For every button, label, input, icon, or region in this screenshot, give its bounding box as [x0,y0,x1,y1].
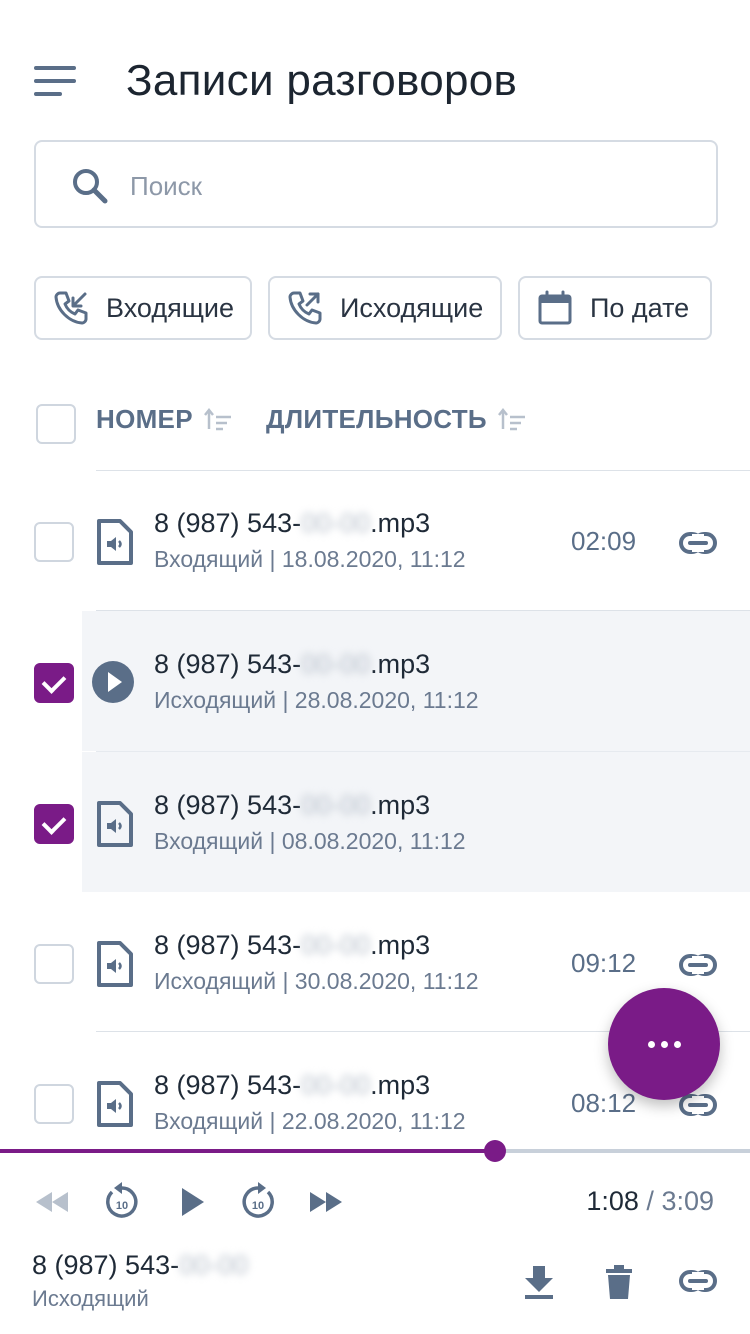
incoming-call-icon [54,291,88,325]
delete-icon[interactable] [604,1264,634,1300]
sort-number-header[interactable]: НОМЕР [96,404,233,435]
search-icon [73,169,108,204]
hamburger-menu-icon[interactable] [34,66,76,98]
svg-text:10: 10 [252,1200,264,1212]
audio-file-icon [97,519,133,565]
page-title: Записи разговоров [126,56,518,105]
recording-meta: Входящий | 08.08.2020, 11:12 [154,828,466,854]
progress-fill [0,1149,495,1153]
recording-meta: Исходящий | 28.08.2020, 11:12 [154,687,479,713]
list-item[interactable]: 8 (987) 543-00-00.mp3 Входящий | 18.08.2… [0,470,750,610]
column-number-label: НОМЕР [96,404,193,434]
row-checkbox[interactable] [34,944,74,984]
recording-duration: 08:12 [571,1088,637,1118]
recording-filename: 8 (987) 543-00-00.mp3 [154,790,431,820]
total-time: 3:09 [661,1186,714,1216]
recording-duration: 09:12 [571,948,637,978]
filter-incoming-label: Входящие [106,292,235,323]
row-checkbox[interactable] [34,1084,74,1124]
search-box[interactable] [34,140,718,228]
recording-duration: 02:09 [571,526,637,556]
skip-forward-icon[interactable] [306,1182,346,1222]
audio-player: 10 10 1:08 / 3:09 8 (987) 543-00-00 Исхо… [0,1140,750,1334]
filter-outgoing-button[interactable]: Исходящие [268,276,502,340]
recording-filename: 8 (987) 543-00-00.mp3 [154,1070,431,1100]
calendar-icon [538,290,572,325]
more-actions-button[interactable] [608,988,720,1100]
outgoing-call-icon [288,291,322,325]
filter-incoming-button[interactable]: Входящие [34,276,252,340]
link-icon[interactable] [678,1268,718,1294]
list-header: НОМЕР ДЛИТЕЛЬНОСТЬ [0,390,750,460]
search-input[interactable] [130,164,690,208]
skip-back-icon[interactable] [32,1182,72,1222]
current-time: 1:08 [586,1186,639,1216]
forward-10-icon[interactable]: 10 [238,1182,278,1222]
player-number: 8 (987) 543-00-00 [32,1250,249,1280]
play-icon[interactable] [92,661,134,703]
recording-filename: 8 (987) 543-00-00.mp3 [154,649,431,679]
filter-date-button[interactable]: По дате [518,276,712,340]
recording-filename: 8 (987) 543-00-00.mp3 [154,930,431,960]
filter-outgoing-label: Исходящие [340,292,484,323]
rewind-10-icon[interactable]: 10 [102,1182,142,1222]
recording-meta: Исходящий | 30.08.2020, 11:12 [154,968,479,994]
svg-text:10: 10 [116,1200,128,1212]
list-item[interactable]: 8 (987) 543-00-00.mp3 Входящий | 08.08.2… [34,752,750,892]
progress-knob[interactable] [484,1140,506,1162]
play-icon[interactable] [172,1182,212,1222]
row-checkbox[interactable] [34,804,74,844]
app-header: Записи разговоров [0,0,750,140]
select-all-checkbox[interactable] [36,404,76,444]
more-dots-icon [647,1040,681,1048]
row-checkbox[interactable] [34,522,74,562]
audio-file-icon [97,941,133,987]
recording-meta: Входящий | 22.08.2020, 11:12 [154,1108,466,1134]
sort-icon [497,407,525,430]
filter-date-label: По дате [590,292,690,323]
link-icon[interactable] [678,952,718,978]
playback-time: 1:08 / 3:09 [586,1186,714,1216]
audio-file-icon [97,1081,133,1127]
column-duration-label: ДЛИТЕЛЬНОСТЬ [266,404,487,434]
download-icon[interactable] [522,1264,556,1300]
sort-duration-header[interactable]: ДЛИТЕЛЬНОСТЬ [266,404,527,435]
sort-icon [203,407,231,430]
row-checkbox[interactable] [34,663,74,703]
player-call-type: Исходящий [32,1286,149,1311]
recording-meta: Входящий | 18.08.2020, 11:12 [154,546,466,572]
list-item[interactable]: 8 (987) 543-00-00.mp3 Исходящий | 28.08.… [34,611,750,751]
link-icon[interactable] [678,530,718,556]
audio-file-icon [97,801,133,847]
recording-filename: 8 (987) 543-00-00.mp3 [154,508,431,538]
